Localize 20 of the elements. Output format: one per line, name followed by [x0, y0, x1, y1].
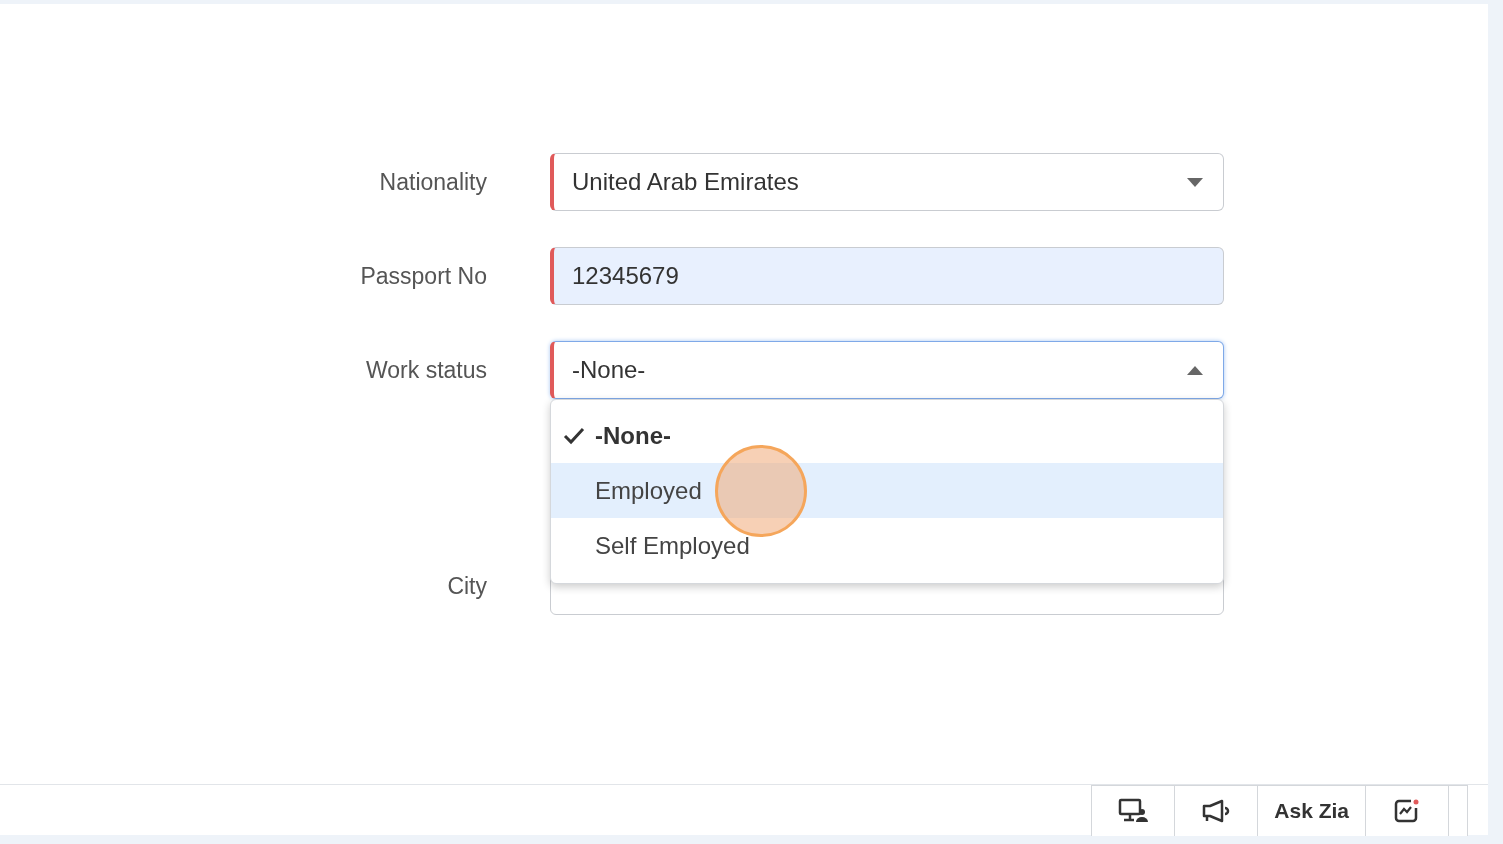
field-label: Work status — [365, 355, 487, 385]
chart-icon — [1393, 798, 1421, 824]
caret-icon — [1187, 177, 1203, 187]
dropdown-option[interactable]: Self Employed — [551, 518, 1223, 573]
chart-button[interactable] — [1365, 785, 1449, 836]
caret-icon — [1187, 365, 1203, 375]
field-label: Nationality — [378, 167, 487, 197]
screen-user-button[interactable] — [1091, 785, 1176, 836]
check-icon — [563, 426, 585, 445]
dropdown-field[interactable]: United Arab Emirates — [550, 153, 1224, 211]
field-label: Passport No — [359, 261, 487, 291]
field-label: City — [446, 571, 487, 601]
input-field[interactable]: 12345679 — [550, 247, 1224, 305]
megaphone-icon — [1201, 798, 1232, 824]
dropdown-option[interactable]: -None- — [551, 408, 1223, 463]
ask-zia-button[interactable]: Ask Zia — [1257, 785, 1366, 836]
dropdown-option[interactable]: Employed — [551, 463, 1223, 518]
megaphone-button[interactable] — [1174, 785, 1259, 836]
screen-user-icon — [1118, 798, 1149, 824]
dropdown-field[interactable]: -None- — [550, 341, 1224, 399]
